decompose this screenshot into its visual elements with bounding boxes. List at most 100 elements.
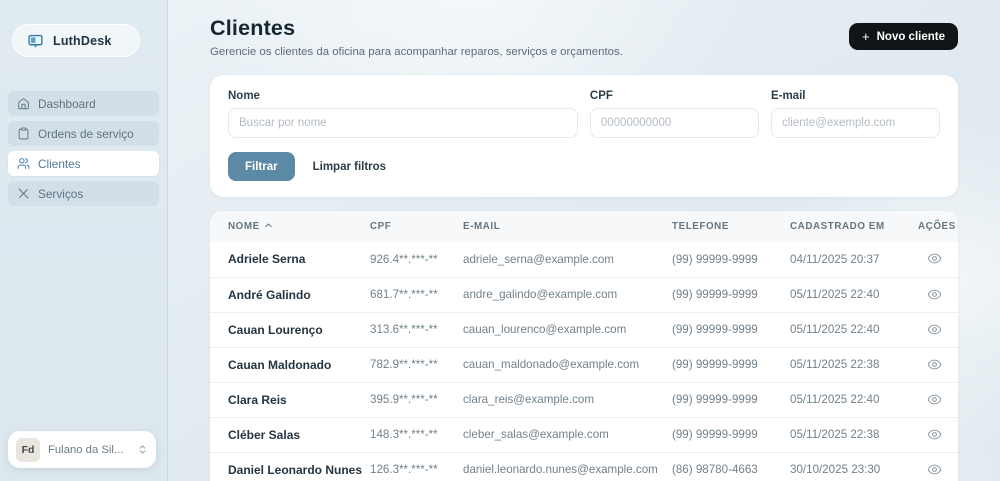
- client-cpf-cell: 313.6**.***-**: [370, 312, 463, 347]
- filters-card: Nome CPF E-mail Filtrar Limpar filtros: [210, 75, 958, 197]
- client-actions-cell: [918, 382, 958, 417]
- client-created-cell: 05/11/2025 22:40: [790, 277, 918, 312]
- email-filter-label: E-mail: [771, 90, 940, 102]
- eye-icon: [927, 465, 942, 480]
- client-phone-cell: (99) 99999-9999: [672, 277, 790, 312]
- client-created-cell: 05/11/2025 22:40: [790, 382, 918, 417]
- client-email-cell: cauan_lourenco@example.com: [463, 312, 672, 347]
- sort-asc-icon: [264, 221, 273, 233]
- name-filter-label: Nome: [228, 90, 578, 102]
- table-row: Cléber Salas 148.3**.***-** cleber_salas…: [210, 417, 958, 452]
- cpf-filter-label: CPF: [590, 90, 759, 102]
- eye-icon: [927, 290, 942, 305]
- client-actions-cell: [918, 277, 958, 312]
- client-actions-cell: [918, 417, 958, 452]
- clipboard-icon: [17, 127, 30, 140]
- sidebar-item-clientes[interactable]: Clientes: [8, 151, 159, 176]
- luthdesk-logo-icon: [27, 32, 44, 49]
- sidebar-item-ordens-de-servico[interactable]: Ordens de serviço: [8, 121, 159, 146]
- eye-icon: [927, 360, 942, 375]
- sidebar-item-servicos[interactable]: Serviços: [8, 181, 159, 206]
- sidebar-item-dashboard[interactable]: Dashboard: [8, 91, 159, 116]
- page-header: Clientes Gerencie os clientes da oficina…: [210, 16, 958, 58]
- client-cpf-cell: 148.3**.***-**: [370, 417, 463, 452]
- view-client-button[interactable]: [925, 390, 944, 409]
- client-cpf-cell: 926.4**.***-**: [370, 242, 463, 277]
- client-actions-cell: [918, 242, 958, 277]
- client-cpf-cell: 395.9**.***-**: [370, 382, 463, 417]
- table-row: Daniel Leonardo Nunes 126.3**.***-** dan…: [210, 452, 958, 481]
- client-actions-cell: [918, 347, 958, 382]
- client-name-cell: Clara Reis: [210, 382, 370, 417]
- client-email-cell: andre_galindo@example.com: [463, 277, 672, 312]
- client-email-cell: adriele_serna@example.com: [463, 242, 672, 277]
- client-created-cell: 05/11/2025 22:38: [790, 347, 918, 382]
- client-name-cell: Cauan Lourenço: [210, 312, 370, 347]
- chevrons-up-down-icon: [137, 444, 148, 455]
- client-actions-cell: [918, 312, 958, 347]
- home-icon: [17, 97, 30, 110]
- new-client-label: Novo cliente: [877, 31, 945, 43]
- table-body: Adriele Serna 926.4**.***-** adriele_ser…: [210, 242, 958, 481]
- client-email-cell: clara_reis@example.com: [463, 382, 672, 417]
- plus-icon: +: [862, 29, 870, 44]
- column-header-acoes: AÇÕES: [918, 211, 958, 242]
- sidebar-item-label: Dashboard: [38, 97, 96, 111]
- client-created-cell: 04/11/2025 20:37: [790, 242, 918, 277]
- sidebar-item-label: Serviços: [38, 187, 83, 201]
- users-icon: [17, 157, 30, 170]
- client-phone-cell: (99) 99999-9999: [672, 312, 790, 347]
- column-header-email[interactable]: E-MAIL: [463, 211, 672, 242]
- client-actions-cell: [918, 452, 958, 481]
- client-phone-cell: (86) 98780-4663: [672, 452, 790, 481]
- client-email-cell: cleber_salas@example.com: [463, 417, 672, 452]
- client-name-cell: Cauan Maldonado: [210, 347, 370, 382]
- email-filter-field: E-mail: [771, 90, 940, 138]
- view-client-button[interactable]: [925, 355, 944, 374]
- cpf-filter-input[interactable]: [590, 108, 759, 138]
- sidebar-nav: Dashboard Ordens de serviço Clientes Serviç…: [8, 91, 159, 206]
- client-phone-cell: (99) 99999-9999: [672, 242, 790, 277]
- column-header-nome[interactable]: NOME: [210, 211, 370, 242]
- clients-table: NOME CPF E-MAIL TELEFONE CADASTRADO EM A…: [210, 211, 958, 481]
- name-filter-input[interactable]: [228, 108, 578, 138]
- app-name: LuthDesk: [53, 34, 112, 48]
- avatar: Fd: [16, 438, 40, 462]
- sidebar-item-label: Ordens de serviço: [38, 127, 134, 141]
- table-header-row: NOME CPF E-MAIL TELEFONE CADASTRADO EM A…: [210, 211, 958, 242]
- client-email-cell: cauan_maldonado@example.com: [463, 347, 672, 382]
- client-phone-cell: (99) 99999-9999: [672, 382, 790, 417]
- column-header-cpf[interactable]: CPF: [370, 211, 463, 242]
- view-client-button[interactable]: [925, 285, 944, 304]
- page-title: Clientes: [210, 16, 623, 41]
- client-created-cell: 05/11/2025 22:40: [790, 312, 918, 347]
- column-header-telefone[interactable]: TELEFONE: [672, 211, 790, 242]
- filter-button[interactable]: Filtrar: [228, 152, 295, 181]
- new-client-button[interactable]: + Novo cliente: [849, 23, 958, 50]
- client-email-cell: daniel.leonardo.nunes@example.com: [463, 452, 672, 481]
- client-created-cell: 30/10/2025 23:30: [790, 452, 918, 481]
- user-name: Fulano da Sil...: [48, 444, 129, 456]
- column-header-cadastrado-em[interactable]: CADASTRADO EM: [790, 211, 918, 242]
- user-menu[interactable]: Fd Fulano da Sil...: [8, 431, 156, 468]
- app-logo[interactable]: LuthDesk: [12, 24, 140, 57]
- client-name-cell: André Galindo: [210, 277, 370, 312]
- tools-icon: [17, 187, 30, 200]
- client-phone-cell: (99) 99999-9999: [672, 417, 790, 452]
- view-client-button[interactable]: [925, 249, 944, 268]
- table-row: Cauan Lourenço 313.6**.***-** cauan_lour…: [210, 312, 958, 347]
- client-cpf-cell: 681.7**.***-**: [370, 277, 463, 312]
- client-name-cell: Adriele Serna: [210, 242, 370, 277]
- clear-filters-button[interactable]: Limpar filtros: [299, 152, 400, 181]
- email-filter-input[interactable]: [771, 108, 940, 138]
- client-name-cell: Daniel Leonardo Nunes: [210, 452, 370, 481]
- sidebar-item-label: Clientes: [38, 157, 81, 171]
- table-row: Clara Reis 395.9**.***-** clara_reis@exa…: [210, 382, 958, 417]
- view-client-button[interactable]: [925, 425, 944, 444]
- table-row: André Galindo 681.7**.***-** andre_galin…: [210, 277, 958, 312]
- eye-icon: [927, 325, 942, 340]
- eye-icon: [927, 395, 942, 410]
- view-client-button[interactable]: [925, 460, 944, 479]
- view-client-button[interactable]: [925, 320, 944, 339]
- eye-icon: [927, 254, 942, 269]
